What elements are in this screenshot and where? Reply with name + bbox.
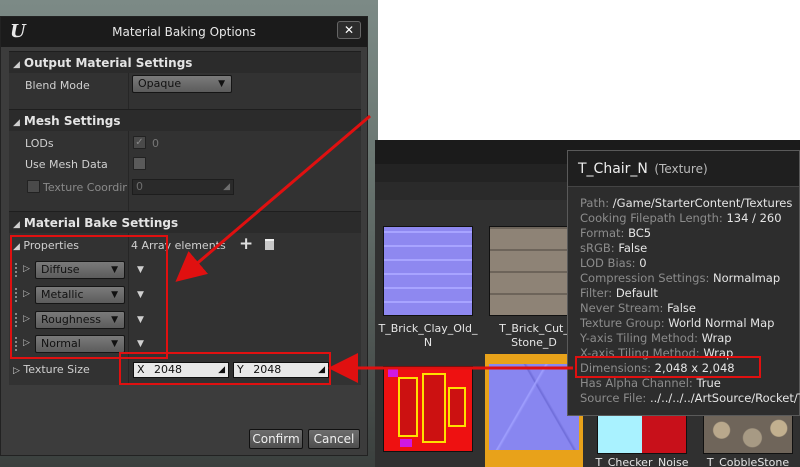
- asset-thumbnail-checker-noise[interactable]: [597, 414, 687, 454]
- annotation-box-texture-size: [119, 352, 331, 385]
- texture-coord-field[interactable]: 0 ◢: [132, 179, 234, 195]
- asset-thumbnail-chair-diffuse[interactable]: [383, 366, 473, 452]
- blank-area: [378, 0, 800, 140]
- asset-thumbnail-brick-cut-stone[interactable]: [489, 226, 579, 316]
- texture-coord-label: Texture Coordina: [43, 181, 127, 194]
- asset-thumbnail-cobblestone[interactable]: [703, 414, 793, 454]
- asset-thumbnail-brick-clay[interactable]: [383, 226, 473, 316]
- tooltip-header: T_Chair_N (Texture): [568, 151, 799, 187]
- texture-size-label: ▷ Texture Size: [13, 363, 90, 376]
- dialog-title: Material Baking Options: [112, 25, 256, 39]
- tooltip-row-compression: Compression Settings: Normalmap: [580, 271, 781, 285]
- tooltip-row-cooking-length: Cooking Filepath Length: 134 / 260: [580, 211, 782, 225]
- uv-island: [422, 373, 446, 443]
- resize-grip-icon: ◢: [223, 182, 230, 192]
- section-mesh-settings[interactable]: ◢ Mesh Settings: [9, 109, 361, 131]
- uv-patch: [400, 439, 412, 447]
- tooltip-row-format: Format: BC5: [580, 226, 652, 240]
- texture-coord-checkbox[interactable]: [27, 180, 40, 193]
- blend-mode-label: Blend Mode: [25, 79, 90, 92]
- tooltip-row-srgb: sRGB: False: [580, 241, 648, 255]
- tooltip-row-never-stream: Never Stream: False: [580, 301, 696, 315]
- collapse-arrow-icon: ◢: [13, 118, 20, 128]
- chevron-down-icon: ▼: [218, 79, 225, 89]
- dialog-titlebar[interactable]: U Material Baking Options ✕: [1, 17, 367, 47]
- tooltip-name-text: T_Chair_N: [578, 161, 648, 177]
- section-title: Material Bake Settings: [23, 216, 179, 230]
- tooltip-row-source-file: Source File: ../../../../ArtSource/Rocke…: [580, 391, 800, 405]
- uv-island: [448, 387, 466, 427]
- tooltip-row-y-tiling: Y-axis Tiling Method: Wrap: [580, 331, 732, 345]
- tooltip-row-lod-bias: LOD Bias: 0: [580, 256, 647, 270]
- output-material-body: Blend Mode Opaque ▼: [9, 73, 361, 109]
- tooltip-type-text: (Texture): [654, 162, 708, 176]
- lods-label: LODs: [25, 137, 54, 150]
- blend-mode-value: Opaque: [138, 77, 182, 90]
- collapse-arrow-icon: ◢: [13, 60, 20, 70]
- tooltip-row-path: Path: /Game/StarterContent/Textures: [580, 196, 793, 210]
- column-divider: [128, 73, 129, 109]
- lods-checkbox[interactable]: ✓: [133, 136, 146, 149]
- section-title: Mesh Settings: [23, 114, 121, 128]
- use-mesh-data-label: Use Mesh Data: [25, 158, 108, 171]
- lods-value: 0: [152, 137, 159, 150]
- close-button[interactable]: ✕: [337, 21, 361, 39]
- uv-patch: [388, 369, 398, 377]
- blend-mode-dropdown[interactable]: Opaque ▼: [132, 75, 232, 93]
- tooltip-asset-name: T_Chair_N (Texture): [578, 161, 708, 177]
- normal-map-preview: [489, 364, 579, 450]
- section-output-material[interactable]: ◢ Output Material Settings: [9, 51, 361, 73]
- annotation-box-properties: [10, 235, 168, 359]
- cancel-button[interactable]: Cancel: [308, 429, 360, 449]
- trash-icon[interactable]: [265, 239, 274, 250]
- asset-label: T_Checker_Noise: [595, 456, 689, 467]
- texture-coord-value: 0: [136, 180, 143, 193]
- column-divider: [128, 131, 129, 211]
- uv-island: [398, 377, 418, 437]
- add-element-icon[interactable]: +: [239, 234, 253, 254]
- expand-arrow-icon[interactable]: ▷: [13, 366, 20, 376]
- tooltip-row-alpha: Has Alpha Channel: True: [580, 376, 721, 390]
- confirm-button[interactable]: Confirm: [249, 429, 303, 449]
- asset-label: T_CobbleStone: [706, 456, 790, 467]
- annotation-box-dimensions: [575, 356, 761, 378]
- section-material-bake[interactable]: ◢ Material Bake Settings: [9, 211, 361, 233]
- tooltip-row-texture-group: Texture Group: World Normal Map: [580, 316, 775, 330]
- texture-size-label-text: Texture Size: [23, 363, 90, 376]
- tooltip-row-filter: Filter: Default: [580, 286, 658, 300]
- use-mesh-data-checkbox[interactable]: [133, 157, 146, 170]
- section-title: Output Material Settings: [23, 56, 193, 70]
- mesh-settings-body: LODs ✓ 0 Use Mesh Data Texture Coordina …: [9, 131, 361, 211]
- collapse-arrow-icon: ◢: [13, 220, 20, 230]
- asset-label: T_Brick_Clay_Old_ N: [378, 322, 478, 349]
